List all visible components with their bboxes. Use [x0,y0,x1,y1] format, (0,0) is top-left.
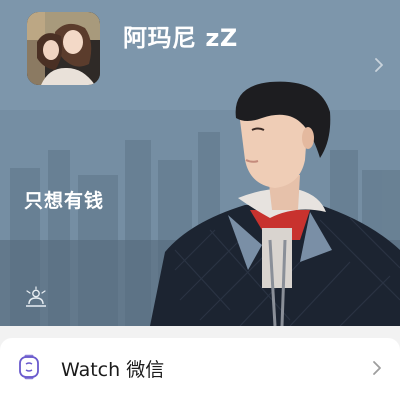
avatar[interactable] [27,12,100,85]
watch-wechat-label: Watch 微信 [61,359,165,381]
bottom-section: Watch 微信 [0,326,400,400]
chevron-right-icon[interactable] [371,57,387,73]
signature-text: 只想有钱 [24,190,105,212]
profile-cover[interactable]: 阿玛尼 zZ 只想有钱 [0,0,400,326]
watch-wechat-row[interactable]: Watch 微信 [0,338,400,400]
chevron-right-icon[interactable] [370,359,384,377]
wechat-profile-screen: 阿玛尼 zZ 只想有钱 Watch 微信 [0,0,400,400]
profile-header[interactable]: 阿玛尼 zZ [27,12,400,87]
nickname: 阿玛尼 zZ [123,24,238,52]
status-icon[interactable] [24,286,48,308]
avatar-photo [27,12,100,85]
watch-icon [19,354,39,380]
